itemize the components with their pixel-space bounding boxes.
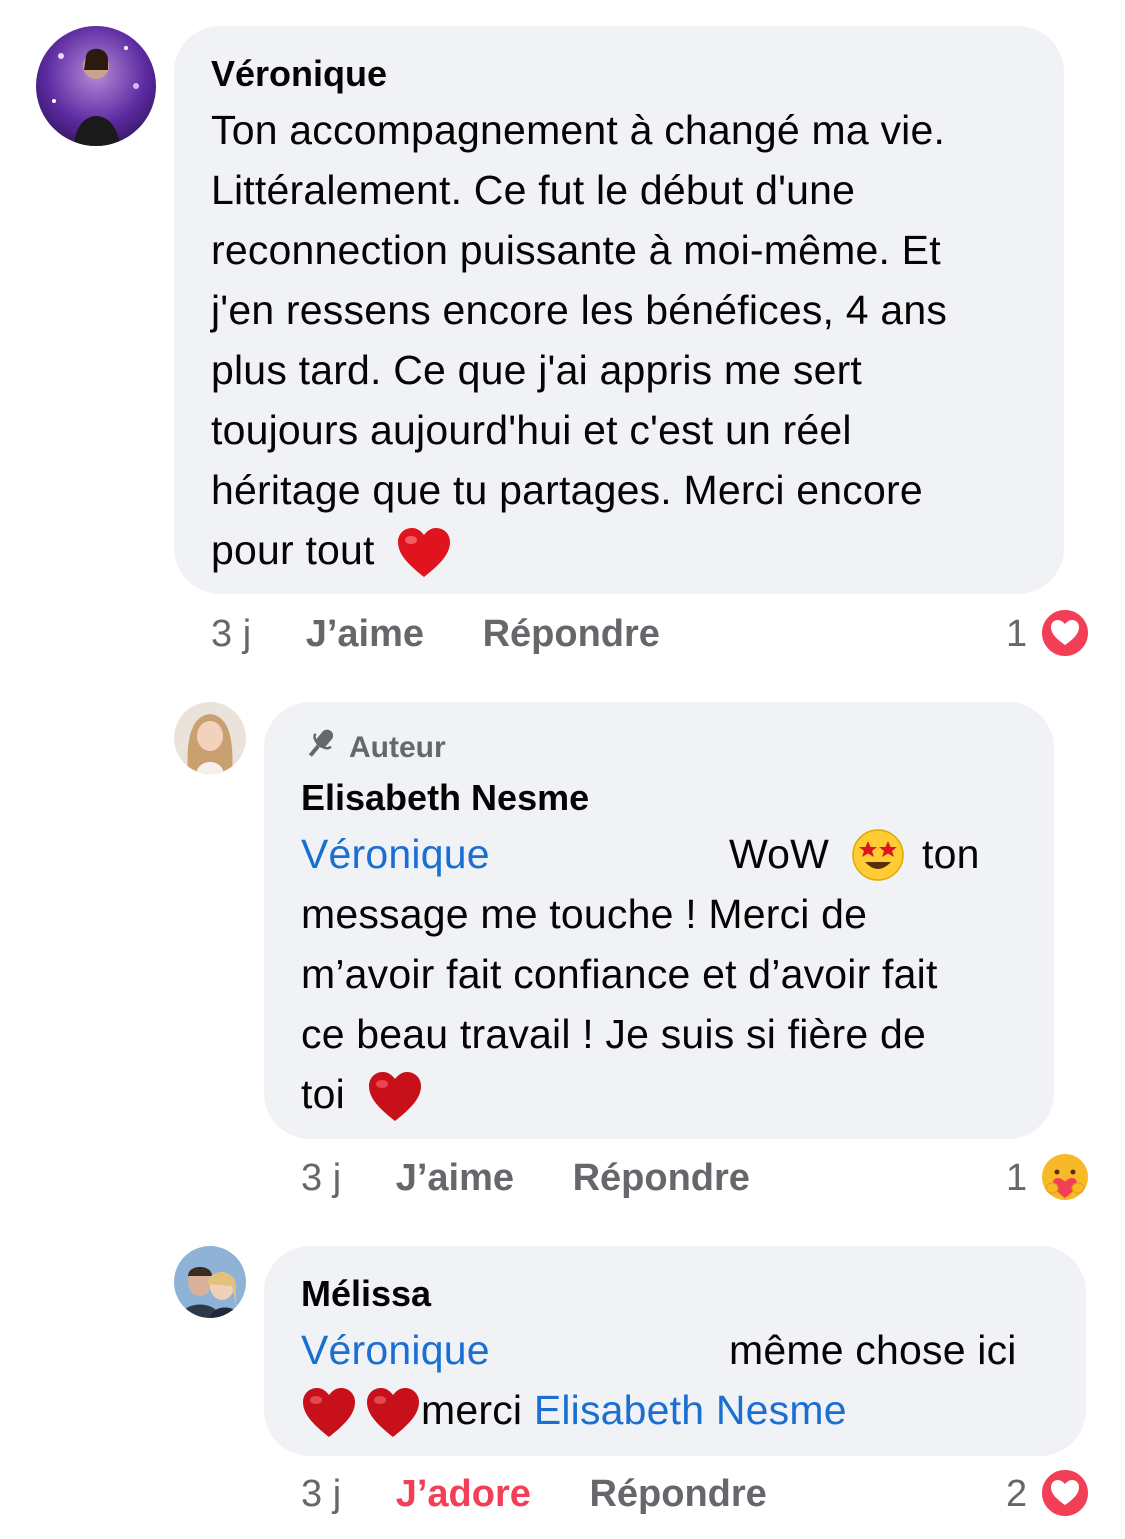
comment-line: Véronique WoW ton (301, 824, 1018, 884)
comment-author[interactable]: Mélissa (301, 1272, 1050, 1316)
comment-line: message me touche ! Merci de (301, 891, 868, 937)
reply-bubble: Mélissa Véronique même chose ici merci E… (264, 1246, 1086, 1456)
comment-line: reconnection puissante à moi-même. Et (211, 227, 941, 273)
like-button[interactable]: J’aime (396, 1157, 514, 1199)
avatar[interactable] (174, 702, 246, 774)
love-reaction-icon[interactable] (1040, 1468, 1090, 1518)
like-button[interactable]: J’aime (306, 613, 424, 655)
reaction-count[interactable]: 1 (1006, 610, 1027, 658)
comment-line: ce beau travail ! Je suis si fière de (301, 1011, 926, 1057)
love-reaction-button[interactable]: J’adore (396, 1473, 531, 1515)
reply-button[interactable]: Répondre (589, 1473, 766, 1515)
comment-timestamp[interactable]: 3 j (301, 1157, 341, 1199)
comment-actions: 3 j J’adore Répondre (301, 1470, 767, 1518)
comment-author[interactable]: Elisabeth Nesme (301, 776, 1018, 820)
profile-photo-icon (36, 26, 156, 146)
red-heart-emoji-icon (367, 1071, 423, 1123)
reaction-count[interactable]: 1 (1006, 1154, 1027, 1202)
comment-line: Littéralement. Ce fut le début d'une (211, 167, 856, 213)
profile-photo-icon (174, 702, 246, 774)
comment-line-text: WoW (729, 831, 830, 877)
star-struck-emoji-icon (851, 828, 905, 882)
comment-actions: 3 j J’aime Répondre (211, 610, 660, 658)
comment-line-text: toi (301, 1071, 345, 1117)
comment-line: m’avoir fait confiance et d’avoir fait (301, 951, 938, 997)
comment-actions: 3 j J’aime Répondre (301, 1154, 750, 1202)
comment-bubble: Véronique Ton accompagnement à changé ma… (174, 26, 1064, 594)
comment-text: Ton accompagnement à changé ma vie. Litt… (211, 100, 1028, 580)
comment-timestamp[interactable]: 3 j (301, 1473, 341, 1515)
mention-link[interactable]: Elisabeth Nesme (534, 1387, 847, 1433)
love-reaction-icon[interactable] (1040, 608, 1090, 658)
reaction-count[interactable]: 2 (1006, 1470, 1027, 1518)
reply-button[interactable]: Répondre (483, 613, 660, 655)
red-heart-emoji-icon (301, 1387, 357, 1439)
comment-text: Véronique WoW ton message me touche ! Me… (301, 824, 1018, 1124)
red-heart-emoji-icon (365, 1387, 421, 1439)
comment-line: plus tard. Ce que j'ai appris me sert (211, 347, 863, 393)
comment-line: Véronique même chose ici (301, 1320, 1050, 1380)
comment-timestamp[interactable]: 3 j (211, 613, 251, 655)
microphone-icon (301, 725, 339, 771)
comment-line: j'en ressens encore les bénéfices, 4 ans (211, 287, 948, 333)
author-badge: Auteur (301, 728, 1018, 768)
care-reaction-icon[interactable] (1040, 1152, 1090, 1202)
comment-line-text: ton (922, 831, 980, 877)
avatar[interactable] (36, 26, 156, 146)
comment-line: Ton accompagnement à changé ma vie. (211, 107, 946, 153)
author-badge-label: Auteur (349, 731, 446, 764)
mention-link[interactable]: Véronique (301, 831, 490, 877)
reply-bubble: Auteur Elisabeth Nesme Véronique WoW ton… (264, 702, 1054, 1139)
comment-text: Véronique même chose ici merci Elisabeth… (301, 1320, 1050, 1440)
comment-line-text: pour tout (211, 527, 375, 573)
red-heart-emoji-icon (396, 527, 452, 579)
comment-line: toi (301, 1064, 1018, 1124)
comment-line: pour tout (211, 520, 1028, 580)
comment-line: héritage que tu partages. Merci encore (211, 467, 923, 513)
comment-line-text: merci (421, 1387, 523, 1433)
mention-link[interactable]: Véronique (301, 1327, 490, 1373)
comment-line: toujours aujourd'hui et c'est un réel (211, 407, 852, 453)
reply-button[interactable]: Répondre (573, 1157, 750, 1199)
comment-author[interactable]: Véronique (211, 52, 1028, 96)
profile-photo-icon (174, 1246, 246, 1318)
comment-line: merci Elisabeth Nesme (301, 1380, 1050, 1440)
avatar[interactable] (174, 1246, 246, 1318)
comment-line-text: même chose ici (729, 1327, 1017, 1373)
